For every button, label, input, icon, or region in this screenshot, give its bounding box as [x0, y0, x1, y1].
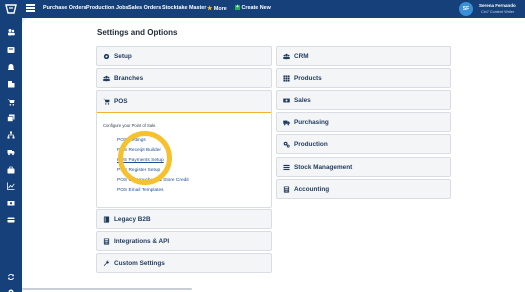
- setup-card[interactable]: Setup: [96, 46, 272, 66]
- nav-more-label: More: [213, 6, 227, 12]
- production-card[interactable]: Production: [276, 134, 451, 154]
- purchasing-card[interactable]: Purchasing: [276, 112, 451, 132]
- sales-label: Sales: [294, 96, 311, 104]
- warehouse-icon: [283, 164, 290, 171]
- integrations-card[interactable]: Integrations & API: [96, 231, 272, 251]
- pos-card-header[interactable]: POS: [97, 91, 271, 113]
- user-name[interactable]: Serena Fernando: [479, 3, 516, 8]
- layers-icon[interactable]: [7, 114, 15, 122]
- cogs-icon: [283, 141, 290, 148]
- calculator-icon: [103, 237, 110, 245]
- custom-settings-card[interactable]: Custom Settings: [96, 253, 272, 273]
- cash-icon[interactable]: [7, 199, 15, 207]
- calculator-icon: [283, 185, 290, 193]
- cart-icon: [103, 98, 110, 105]
- pos-email-templates-link[interactable]: POS Email Templates: [117, 186, 189, 196]
- truck-icon[interactable]: [7, 148, 15, 156]
- users-icon[interactable]: [7, 28, 15, 36]
- cin7-logo-icon[interactable]: [5, 3, 17, 15]
- sales-card[interactable]: Sales: [276, 90, 451, 110]
- nav-stocktake-master[interactable]: Stocktake Master: [162, 5, 206, 11]
- avatar[interactable]: SF: [459, 2, 473, 16]
- accounting-card[interactable]: Accounting: [276, 179, 451, 199]
- nav-purchase-orders[interactable]: Purchase Orders: [43, 5, 86, 11]
- nav-sales-orders[interactable]: Sales Orders: [128, 5, 161, 11]
- top-navigation-bar: Purchase Orders Production Jobs Sales Or…: [0, 0, 525, 18]
- hierarchy-icon[interactable]: [7, 131, 15, 139]
- custom-settings-label: Custom Settings: [114, 259, 165, 267]
- truck-icon: [283, 119, 290, 126]
- nav-production-jobs[interactable]: Production Jobs: [86, 5, 129, 11]
- nav-more[interactable]: ★ More: [207, 5, 227, 12]
- page-title: Settings and Options: [97, 28, 178, 37]
- building-icon[interactable]: [7, 80, 15, 88]
- star-icon: ★: [207, 6, 213, 12]
- legacy-b2b-card[interactable]: Legacy B2B: [96, 209, 272, 229]
- nav-create-new-label: Create New: [241, 5, 271, 11]
- cash-icon: [283, 97, 290, 104]
- sidebar: [0, 18, 22, 292]
- book-icon: [103, 215, 110, 223]
- branches-label: Branches: [114, 74, 144, 82]
- grid-icon: [283, 74, 290, 82]
- stock-management-card[interactable]: Stock Management: [276, 157, 451, 177]
- accounting-label: Accounting: [294, 185, 330, 193]
- click-highlight-circle: [118, 131, 172, 185]
- crm-label: CRM: [294, 52, 309, 60]
- briefcase-icon[interactable]: [7, 166, 15, 174]
- bell-icon[interactable]: [7, 63, 15, 71]
- gear-icon[interactable]: [7, 288, 15, 292]
- setup-label: Setup: [114, 52, 132, 60]
- nav-create-new[interactable]: + Create New: [235, 5, 271, 11]
- card-icon[interactable]: [7, 216, 15, 224]
- horizontal-scrollbar[interactable]: [22, 288, 192, 290]
- inbox-icon[interactable]: [7, 46, 15, 54]
- purchasing-label: Purchasing: [294, 118, 329, 126]
- users-icon: [283, 53, 290, 60]
- gear-icon: [103, 53, 110, 60]
- wrench-icon: [103, 260, 110, 267]
- plus-icon: +: [235, 4, 240, 11]
- pos-description: Configure your Point of Sale.: [103, 123, 157, 128]
- users-icon: [103, 75, 110, 82]
- production-label: Production: [294, 140, 328, 148]
- integrations-label: Integrations & API: [114, 237, 170, 245]
- stock-management-label: Stock Management: [294, 163, 353, 171]
- branches-card[interactable]: Branches: [96, 68, 272, 88]
- products-card[interactable]: Products: [276, 68, 451, 88]
- user-role: Cin7 Content Writer: [481, 10, 515, 14]
- legacy-b2b-label: Legacy B2B: [114, 215, 151, 223]
- chart-icon[interactable]: [7, 182, 15, 190]
- menu-icon[interactable]: [26, 4, 35, 12]
- pos-label: POS: [114, 98, 128, 105]
- cart-icon[interactable]: [7, 98, 15, 106]
- crm-card[interactable]: CRM: [276, 46, 451, 66]
- products-label: Products: [294, 74, 322, 82]
- sync-icon[interactable]: [7, 273, 15, 281]
